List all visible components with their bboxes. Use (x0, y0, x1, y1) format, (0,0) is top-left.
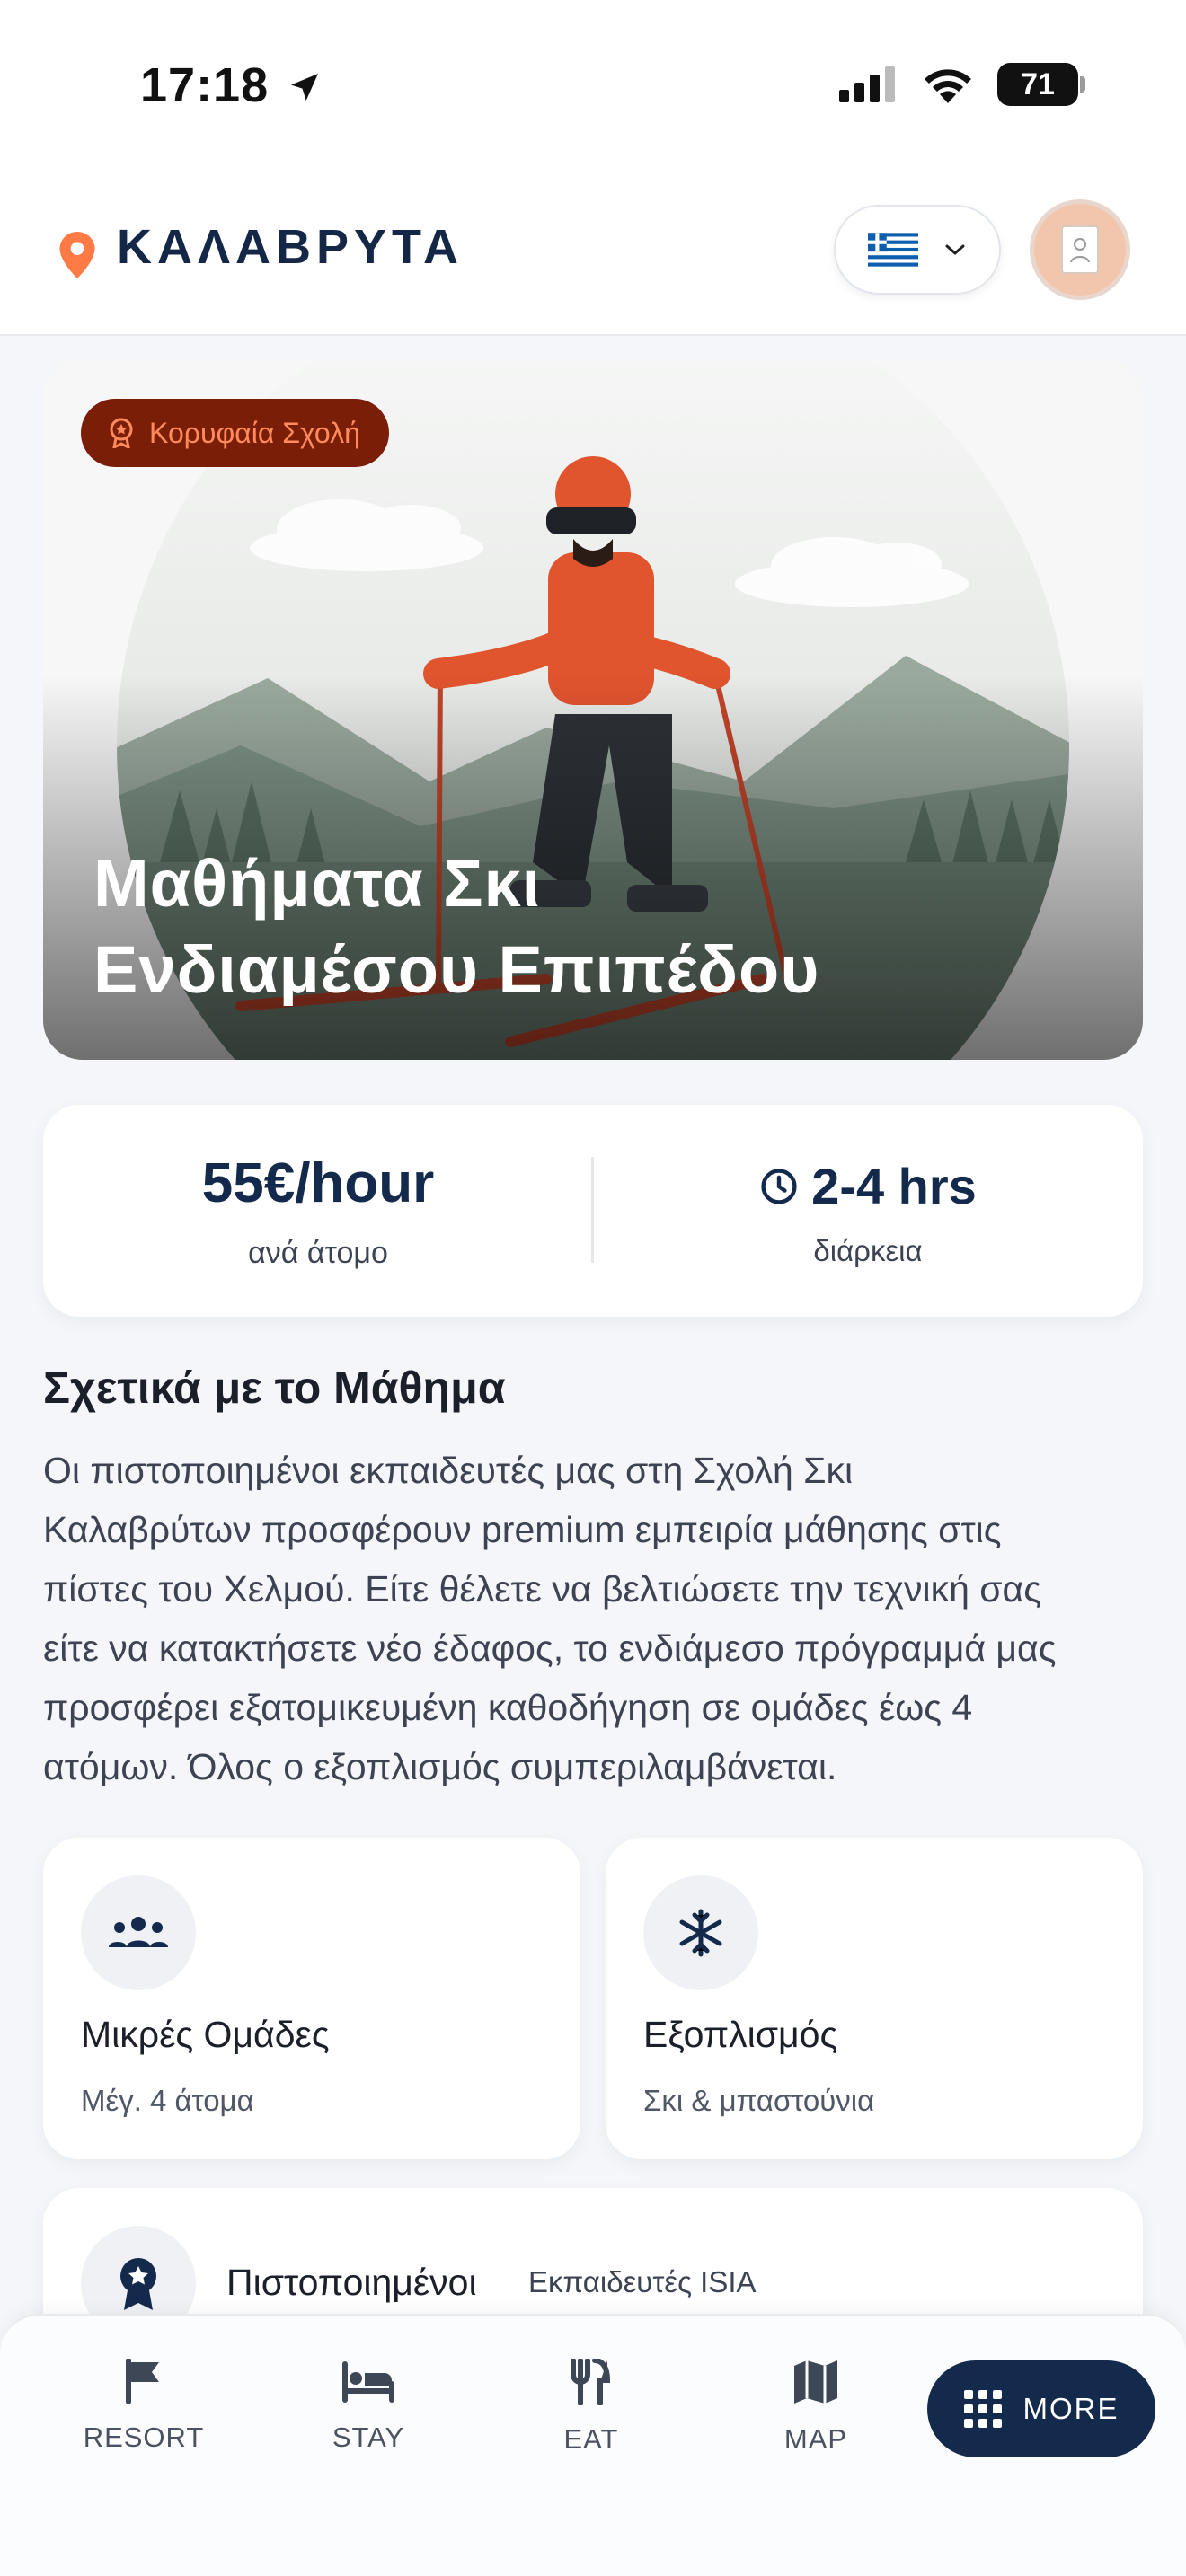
feature-title: Εξοπλισμός (643, 2014, 838, 2055)
more-label: MORE (1022, 2392, 1120, 2425)
award-icon (120, 2258, 156, 2310)
map-icon (794, 2360, 837, 2404)
about-description: Οι πιστοποιημένοι εκπαιδευτές μας στη Σχ… (43, 1441, 1148, 1796)
cellular-signal-icon (839, 66, 895, 102)
nav-eat[interactable]: EAT (501, 2359, 681, 2456)
chevron-down-icon (945, 244, 965, 255)
nav-label: STAY (332, 2422, 405, 2453)
award-badge-icon (110, 418, 133, 448)
restaurant-icon (571, 2359, 611, 2405)
user-avatar[interactable] (1030, 199, 1130, 300)
feature-card-small-groups: Μικρές Ομάδες Μέγ. 4 άτομα (43, 1838, 580, 2159)
about-line: είτε να κατακτήσετε νέο έδαφος, το ενδιά… (43, 1628, 1057, 1669)
status-icons: 71 (839, 63, 1085, 106)
feature-icon-circle (81, 1875, 196, 1990)
about-line: ατόμων. Όλος ο εξοπλισμός συμπεριλαμβάνε… (43, 1746, 837, 1787)
certified-subtitle: Εκπαιδευτές ISIA (528, 2265, 757, 2298)
battery-indicator: 71 (997, 63, 1085, 106)
about-line: Οι πιστοποιημένοι εκπαιδευτές μας στη Σχ… (43, 1450, 854, 1491)
nav-label: RESORT (83, 2422, 205, 2453)
location-arrow-icon (291, 74, 319, 101)
top-school-badge: Κορυφαία Σχολή (81, 399, 389, 467)
nav-stay[interactable]: STAY (279, 2359, 458, 2454)
group-icon (109, 1917, 168, 1947)
greek-flag-icon (868, 233, 918, 267)
wifi-icon (925, 69, 971, 103)
price-value: 55€/hour (201, 1152, 435, 1214)
about-heading: Σχετικά με το Μάθημα (43, 1363, 506, 1413)
flag-icon (126, 2359, 159, 2404)
nav-map[interactable]: MAP (726, 2359, 906, 2456)
snowflake-icon (679, 1909, 722, 1957)
feature-icon-circle (643, 1875, 758, 1990)
duration-label: διάρκεια (813, 1234, 923, 1267)
location-pin-icon (59, 232, 95, 278)
badge-label: Κορυφαία Σχολή (149, 416, 360, 449)
feature-subtitle: Μέγ. 4 άτομα (81, 2084, 254, 2117)
nav-resort[interactable]: RESORT (54, 2359, 234, 2454)
about-line: προσφέρει εξατομικευμένη καθοδήγηση σε ο… (43, 1687, 973, 1728)
certified-title: Πιστοποιημένοι (226, 2262, 477, 2303)
status-time: 17:18 (140, 57, 323, 113)
location-title[interactable]: ΚΑΛΑΒΡΥΤΑ (117, 219, 464, 275)
lesson-title-line1: Μαθήματα Σκι (93, 846, 542, 921)
language-selector[interactable] (834, 205, 1001, 295)
feature-card-equipment: Εξοπλισμός Σκι & μπαστούνια (606, 1838, 1143, 2159)
bed-icon (342, 2361, 394, 2403)
price-unit-label: ανά άτομο (248, 1236, 388, 1270)
grid-icon (963, 2390, 1002, 2428)
lesson-title-line2: Ενδιαμέσου Επιπέδου (93, 932, 820, 1007)
feature-title: Μικρές Ομάδες (81, 2014, 330, 2055)
nav-label: EAT (563, 2423, 619, 2455)
more-button[interactable]: MORE (927, 2360, 1155, 2457)
about-line: πίστες του Χελμού. Είτε θέλετε να βελτιώ… (43, 1568, 1042, 1610)
duration-value: 2-4 hrs (593, 1157, 1143, 1215)
feature-subtitle: Σκι & μπαστούνια (643, 2084, 875, 2117)
nav-label: MAP (783, 2423, 848, 2455)
clock-icon (761, 1168, 797, 1204)
lesson-title: Μαθήματα Σκι Ενδιαμέσου Επιπέδου (93, 841, 1046, 1013)
about-line: Καλαβρύτων προσφέρουν premium εμπειρία μ… (43, 1509, 1002, 1550)
user-placeholder-icon (1061, 225, 1099, 274)
